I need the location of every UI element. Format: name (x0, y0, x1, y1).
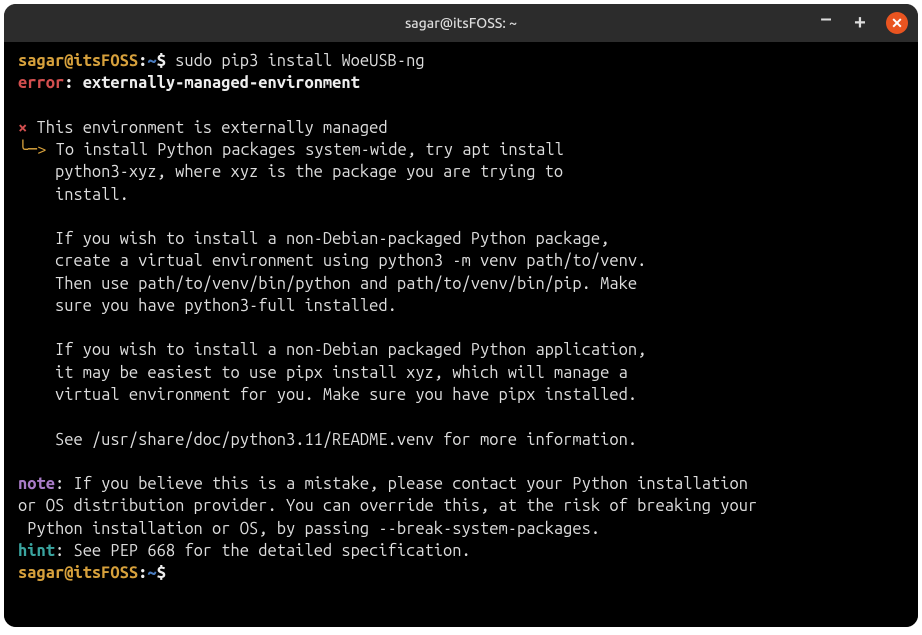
prompt2-dollar: $ (157, 564, 166, 582)
diag-p1l2: python3-xyz, where xyz is the package yo… (18, 163, 563, 181)
note-text3: Python installation or OS, by passing --… (18, 520, 600, 538)
prompt2-path: ~ (147, 564, 156, 582)
prompt-user-host: sagar@itsFOSS (18, 52, 138, 70)
diag-p3l1: If you wish to install a non-Debian pack… (18, 341, 646, 359)
prompt-path: ~ (147, 52, 156, 70)
prompt2-sep: : (138, 564, 147, 582)
diag-p2l3: Then use path/to/venv/bin/python and pat… (18, 275, 637, 293)
error-label: error (18, 74, 64, 92)
hint-label: hint (18, 542, 55, 560)
error-sep: : (64, 74, 82, 92)
diag-title: This environment is externally managed (27, 119, 387, 137)
terminal-output[interactable]: sagar@itsFOSS:~$ sudo pip3 install WoeUS… (4, 42, 918, 627)
close-button[interactable]: ✕ (886, 12, 908, 34)
note-label: note (18, 475, 55, 493)
diag-p3l3: virtual environment for you. Make sure y… (18, 386, 637, 404)
prompt-sep: : (138, 52, 147, 70)
diag-p2l1: If you wish to install a non-Debian-pack… (18, 230, 609, 248)
diag-p3l2: it may be easiest to use pipx install xy… (18, 364, 628, 382)
prompt2-user-host: sagar@itsFOSS (18, 564, 138, 582)
window-controls: – + ✕ (818, 12, 908, 34)
terminal-window: sagar@itsFOSS: ~ – + ✕ sagar@itsFOSS:~$ … (4, 4, 918, 627)
titlebar: sagar@itsFOSS: ~ – + ✕ (4, 4, 918, 42)
note-text1: : If you believe this is a mistake, plea… (55, 475, 748, 493)
window-title: sagar@itsFOSS: ~ (4, 15, 918, 31)
diag-p4l1: See /usr/share/doc/python3.11/README.ven… (18, 431, 637, 449)
minimize-button[interactable]: – (818, 9, 834, 29)
diag-p1l1: To install Python packages system-wide, … (46, 141, 563, 159)
diag-arrow: ╰─> (18, 141, 46, 159)
diag-cross: × (18, 119, 27, 137)
cursor-space (166, 564, 175, 582)
diag-p2l4: sure you have python3-full installed. (18, 297, 397, 315)
diag-p1l3: install. (18, 186, 129, 204)
diag-p2l2: create a virtual environment using pytho… (18, 252, 646, 270)
hint-text: : See PEP 668 for the detailed specifica… (55, 542, 471, 560)
maximize-button[interactable]: + (852, 13, 868, 33)
error-msg: externally-managed-environment (83, 74, 360, 92)
note-text2: or OS distribution provider. You can ove… (18, 497, 757, 515)
prompt-dollar: $ (157, 52, 166, 70)
entered-command: sudo pip3 install WoeUSB-ng (175, 52, 424, 70)
